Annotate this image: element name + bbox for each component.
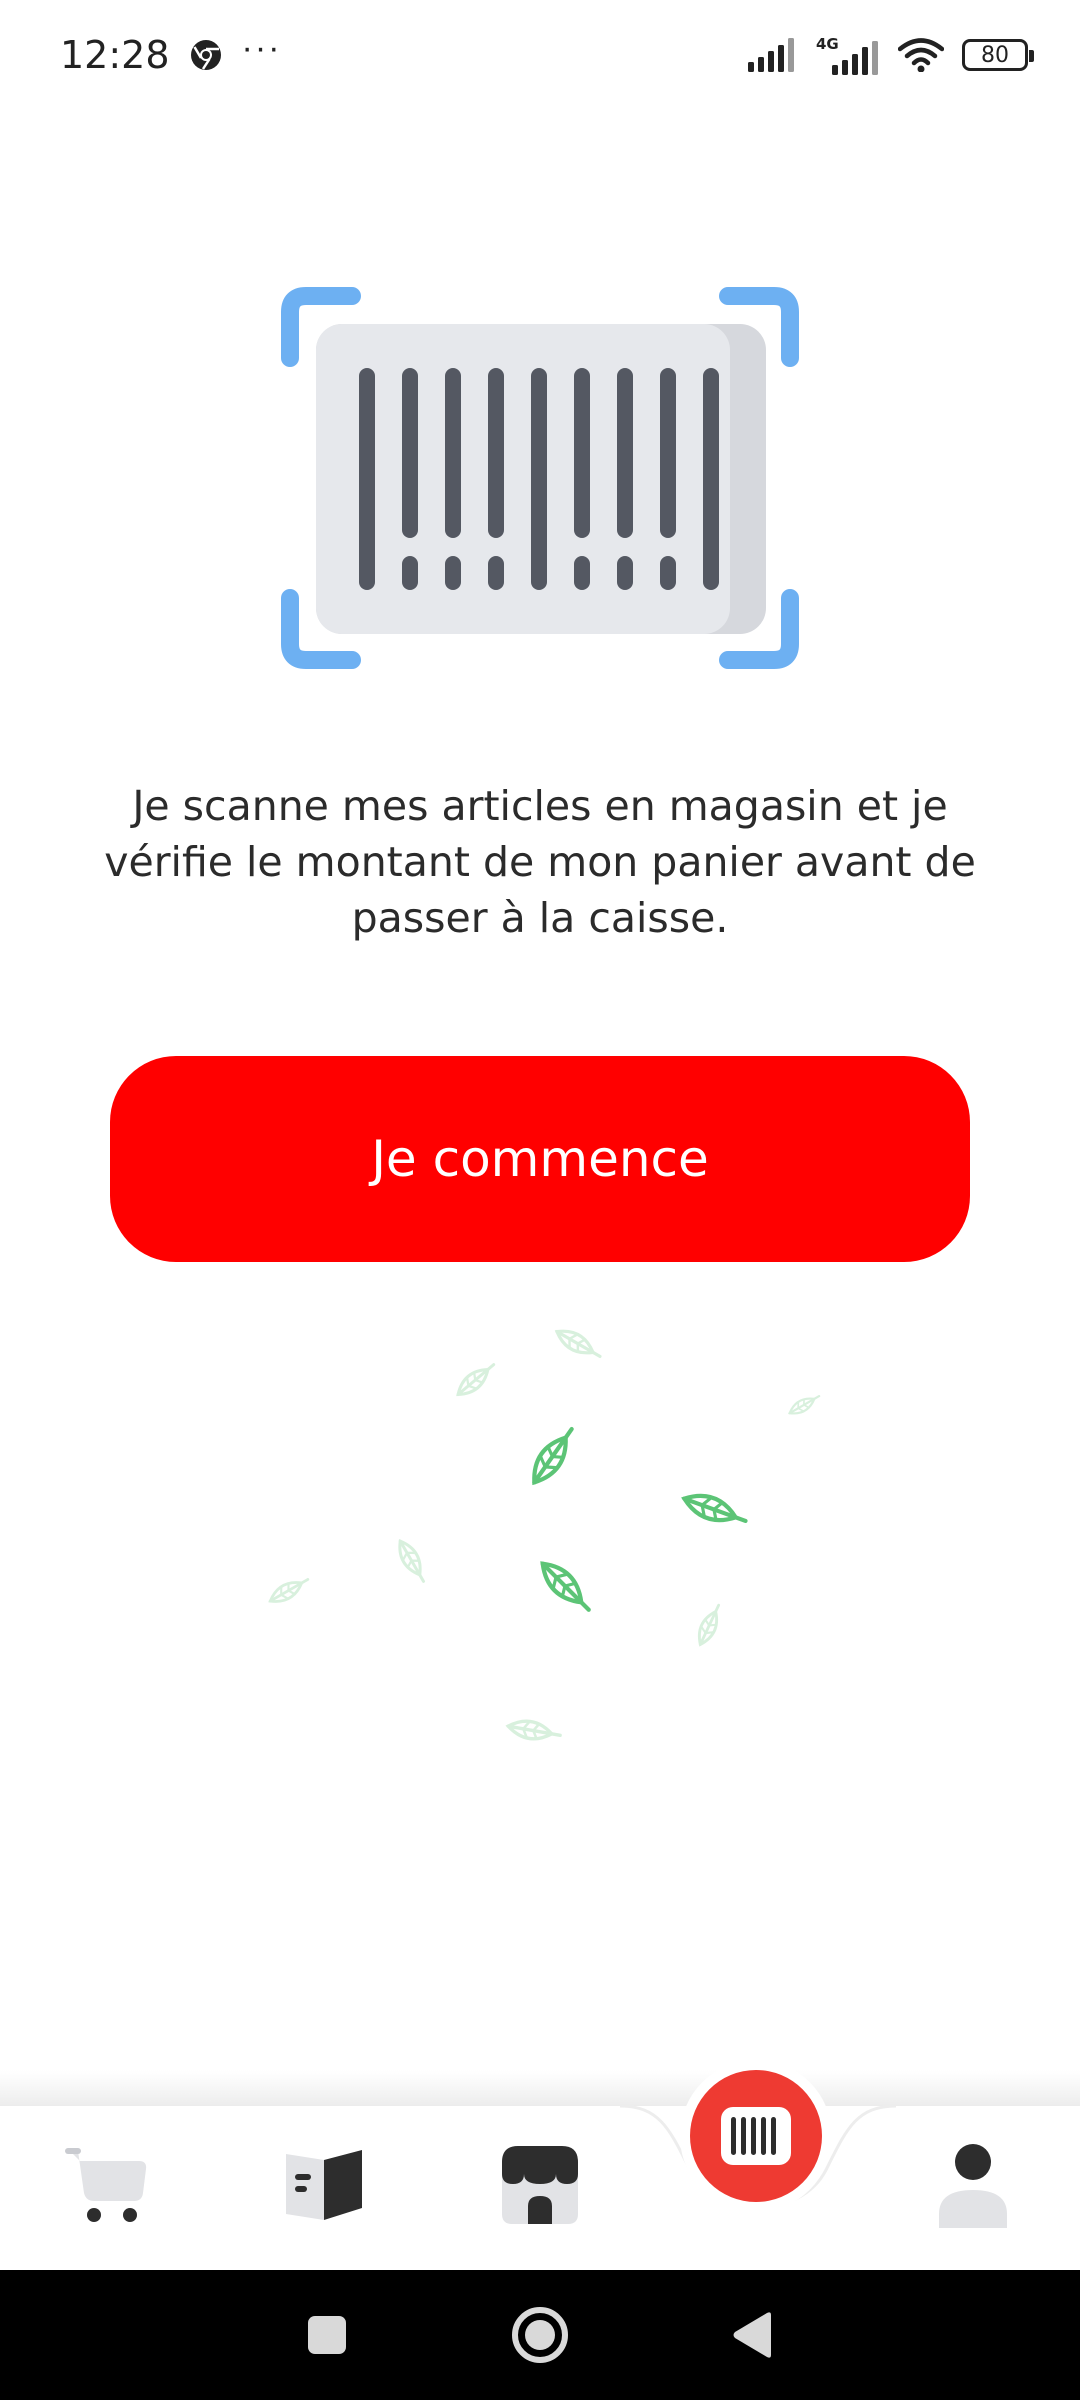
leaf-icon [265, 1571, 313, 1609]
barcode-scan-icon [721, 2107, 791, 2165]
status-bar: 12:28 ··· 4G 80 [0, 0, 1080, 110]
screen: 12:28 ··· 4G 80 Je scanne mes articles e… [0, 0, 1080, 2400]
battery-icon: 80 [962, 39, 1034, 71]
status-time: 12:28 [60, 33, 170, 77]
barcode-bars [359, 368, 719, 590]
recent-apps-button[interactable] [287, 2295, 367, 2375]
home-circle-icon [511, 2307, 568, 2363]
signal-icon [748, 38, 794, 72]
cart-icon [65, 2148, 147, 2222]
leaf-icon [505, 1716, 564, 1746]
leaf-icon [681, 1489, 749, 1531]
barcode-scanner-illustration [281, 287, 799, 669]
network-type-label: 4G [816, 35, 839, 53]
nav-item-store[interactable] [485, 2130, 595, 2240]
wifi-icon [898, 38, 944, 72]
onboarding-description: Je scanne mes articles en magasin et je … [104, 782, 976, 942]
status-left: 12:28 ··· [60, 29, 281, 78]
start-button[interactable]: Je commence [110, 1056, 970, 1262]
more-notifications-icon: ··· [241, 28, 282, 67]
chrome-icon [190, 40, 221, 70]
store-icon [502, 2146, 578, 2224]
leaf-icon [451, 1357, 501, 1402]
profile-icon [939, 2144, 1007, 2228]
bottom-navigation [0, 2070, 1080, 2270]
leaf-icon [535, 1556, 596, 1617]
leaf-icon [692, 1600, 727, 1649]
falling-leaves-decoration [265, 1323, 823, 1746]
nav-item-scan[interactable] [690, 2070, 822, 2202]
catalog-icon [286, 2150, 362, 2220]
leaf-icon [526, 1423, 581, 1488]
back-triangle-icon [733, 2312, 772, 2358]
battery-level: 80 [981, 42, 1009, 68]
leaf-icon [551, 1323, 606, 1365]
status-right: 4G 80 [748, 35, 1034, 75]
home-button[interactable] [500, 2295, 580, 2375]
leaf-icon [392, 1535, 432, 1587]
nav-item-cart[interactable] [52, 2130, 162, 2240]
system-navigation-bar [0, 2270, 1080, 2400]
leaf-icon [785, 1390, 823, 1420]
signal-4g-icon: 4G [816, 35, 878, 75]
square-icon [307, 2316, 346, 2354]
back-button[interactable] [713, 2295, 793, 2375]
nav-item-profile[interactable] [918, 2130, 1028, 2240]
nav-item-catalog[interactable] [270, 2130, 380, 2240]
